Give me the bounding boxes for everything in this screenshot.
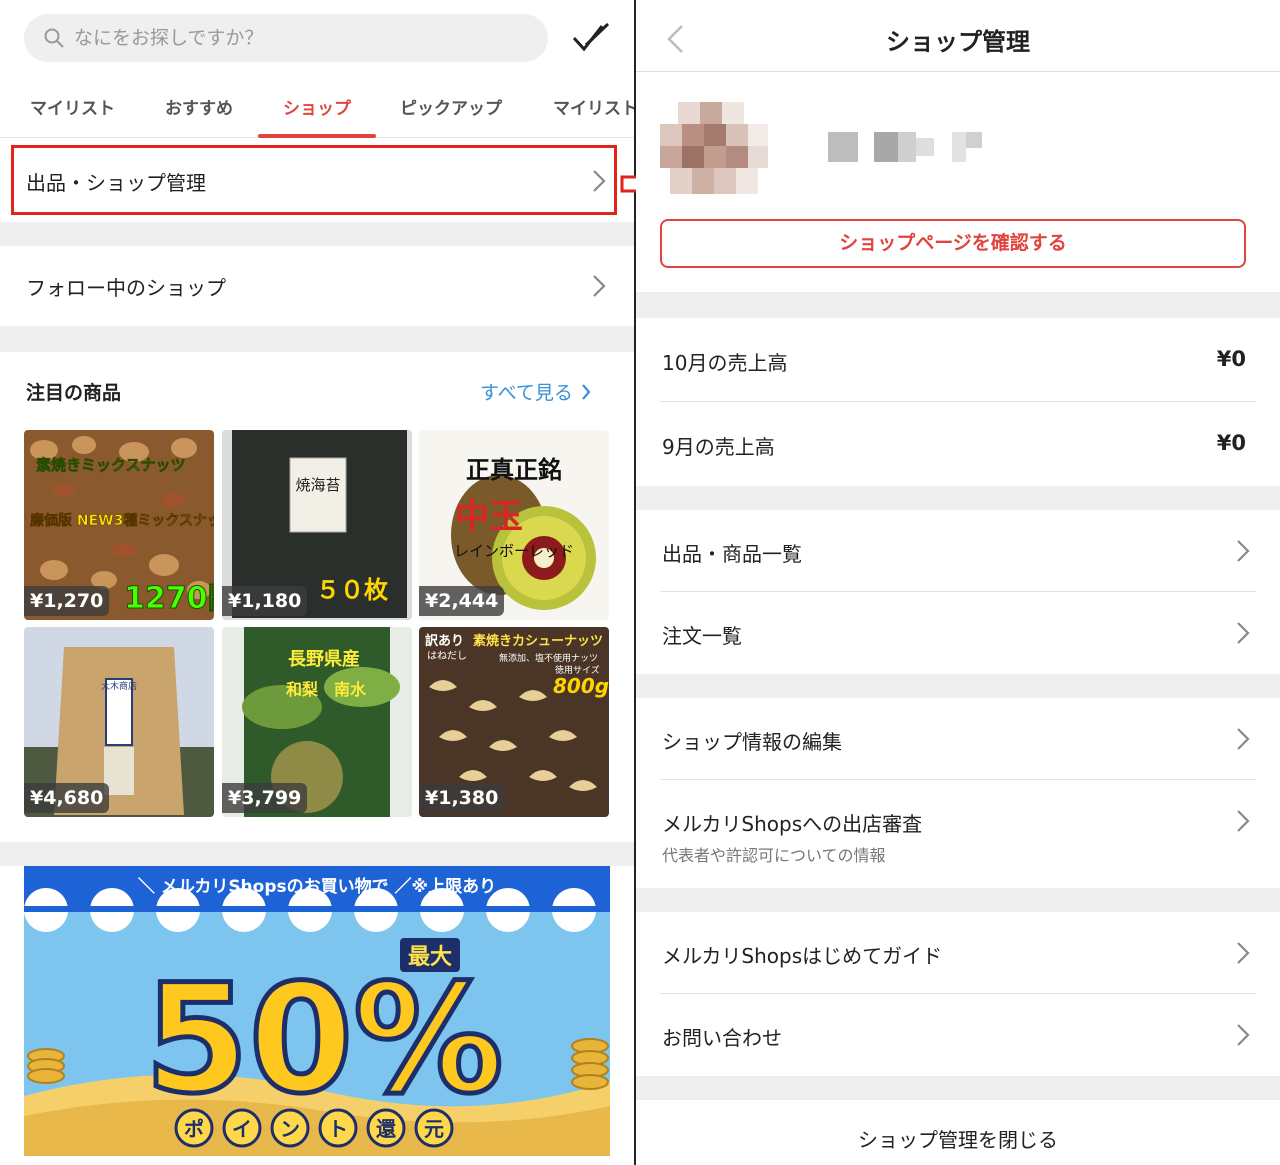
price-tag: ¥3,799 bbox=[222, 783, 308, 813]
item-big-label: 中玉 bbox=[455, 497, 523, 537]
listings-row[interactable]: 出品・商品一覧 bbox=[636, 510, 1280, 592]
edit-shop-info-row[interactable]: ショップ情報の編集 bbox=[636, 698, 1280, 780]
chevron-right-icon bbox=[593, 275, 606, 297]
section-divider bbox=[636, 888, 1280, 912]
tab-pickup[interactable]: ピックアップ bbox=[400, 94, 502, 119]
search-input[interactable] bbox=[74, 27, 514, 49]
banner-char: イ bbox=[232, 1117, 252, 1141]
header: ショップ管理 bbox=[636, 0, 1280, 72]
tab-mylist-2[interactable]: マイリスト bbox=[553, 94, 634, 119]
section-divider bbox=[636, 292, 1280, 318]
shop-management-screen: ショップ管理 ショップページを確認する 10月の売上高 ¥0 9月の売上高 ¥0… bbox=[636, 0, 1280, 1165]
item-subtext: 廉価版 NEW3種ミックスナッツ bbox=[30, 512, 214, 529]
sales-value: ¥0 bbox=[1216, 347, 1246, 371]
checklist-icon[interactable] bbox=[572, 22, 610, 54]
sales-value: ¥0 bbox=[1216, 431, 1246, 455]
tab-shops[interactable]: ショップ bbox=[283, 94, 351, 119]
item-title: 正真正銘 bbox=[466, 456, 562, 484]
avatar bbox=[660, 102, 768, 194]
view-shop-page-button[interactable]: ショップページを確認する bbox=[660, 219, 1246, 268]
price-tag: ¥1,380 bbox=[419, 783, 505, 813]
see-all-label: すべて見る bbox=[480, 382, 573, 404]
beginner-guide-label: メルカリShopsはじめてガイド bbox=[662, 944, 943, 968]
contact-row[interactable]: お問い合わせ bbox=[636, 994, 1280, 1076]
chevron-right-icon bbox=[582, 383, 591, 400]
beginner-guide-row[interactable]: メルカリShopsはじめてガイド bbox=[636, 912, 1280, 994]
category-tabs: マイリスト おすすめ ショップ ピックアップ マイリスト bbox=[0, 80, 634, 138]
item-label: 焼海苔 bbox=[295, 476, 340, 494]
item-caption: 1270円 bbox=[124, 581, 214, 616]
price-tag: ¥2,444 bbox=[419, 586, 505, 616]
shop-review-label: メルカリShopsへの出店審査 bbox=[662, 812, 923, 836]
contact-label: お問い合わせ bbox=[662, 1026, 782, 1050]
chevron-right-icon bbox=[1237, 942, 1250, 964]
section-divider bbox=[636, 674, 1280, 698]
sales-row-september: 9月の売上高 ¥0 bbox=[636, 402, 1280, 486]
edit-shop-info-label: ショップ情報の編集 bbox=[662, 730, 842, 754]
shop-review-row[interactable]: メルカリShopsへの出店審査 代表者や許認可についての情報 bbox=[636, 780, 1280, 888]
orders-row[interactable]: 注文一覧 bbox=[636, 592, 1280, 674]
tab-mylist[interactable]: マイリスト bbox=[30, 94, 115, 119]
listings-label: 出品・商品一覧 bbox=[662, 542, 802, 566]
banner-image: ＼ メルカリShopsのお買い物で ／※上限あり 最大 50% ポ イ ン ト … bbox=[24, 866, 610, 1156]
shop-review-sublabel: 代表者や許認可についての情報 bbox=[662, 846, 886, 865]
highlight-frame bbox=[11, 145, 617, 215]
section-divider bbox=[0, 326, 634, 352]
banner-top-text: ＼ メルカリShopsのお買い物で ／※上限あり bbox=[138, 876, 496, 897]
item-tag: 訳あり bbox=[425, 633, 464, 649]
item-note: 無添加、塩不使用ナッツ bbox=[499, 652, 598, 664]
orders-label: 注文一覧 bbox=[662, 624, 742, 648]
item-subtitle: 和梨 南水 bbox=[286, 680, 367, 699]
product-item-kiwi[interactable]: 正真正銘 中玉 レインボーレッド ¥2,444 bbox=[419, 430, 609, 620]
banner-char: ト bbox=[328, 1117, 348, 1141]
item-caption: ５０枚 bbox=[316, 576, 388, 604]
section-divider bbox=[636, 1076, 1280, 1100]
price-tag: ¥4,680 bbox=[24, 783, 110, 813]
product-item-pear[interactable]: 長野県産 和梨 南水 ¥3,799 bbox=[222, 627, 412, 817]
search-bar[interactable] bbox=[24, 14, 548, 62]
section-divider bbox=[636, 486, 1280, 510]
shop-name-redacted bbox=[828, 132, 982, 162]
followed-shops-label: フォロー中のショップ bbox=[26, 275, 226, 300]
active-tab-indicator bbox=[258, 134, 376, 138]
tab-recommended[interactable]: おすすめ bbox=[165, 94, 233, 119]
price-tag: ¥1,180 bbox=[222, 586, 308, 616]
page-title: ショップ管理 bbox=[886, 28, 1030, 56]
chevron-right-icon bbox=[1237, 728, 1250, 750]
item-title: 長野県産 bbox=[288, 648, 360, 670]
product-item-nuts[interactable]: 素焼きミックスナッツ 廉価版 NEW3種ミックスナッツ 1270円 ¥1,270 bbox=[24, 430, 214, 620]
promo-banner[interactable]: ＼ メルカリShopsのお買い物で ／※上限あり 最大 50% ポ イ ン ト … bbox=[24, 866, 610, 1156]
see-all-link[interactable]: すべて見る bbox=[480, 378, 591, 405]
item-weight: 800g bbox=[553, 674, 609, 698]
product-item-rice[interactable]: 大木商店 ¥4,680 bbox=[24, 627, 214, 817]
banner-char: 元 bbox=[424, 1117, 444, 1141]
chevron-right-icon bbox=[1237, 622, 1250, 644]
chevron-right-icon bbox=[1237, 810, 1250, 832]
close-shop-management-link[interactable]: ショップ管理を閉じる bbox=[636, 1124, 1280, 1153]
item-subtitle: レインボーレッド bbox=[454, 542, 574, 560]
product-item-nori[interactable]: 焼海苔 ５０枚 ¥1,180 bbox=[222, 430, 412, 620]
section-divider bbox=[0, 222, 634, 246]
item-label: 大木商店 bbox=[101, 680, 137, 692]
chevron-right-icon bbox=[1237, 1024, 1250, 1046]
featured-title: 注目の商品 bbox=[26, 382, 122, 404]
banner-char: ン bbox=[280, 1117, 300, 1141]
chevron-right-icon bbox=[1237, 540, 1250, 562]
banner-char: ポ bbox=[184, 1117, 204, 1141]
section-divider bbox=[0, 842, 634, 866]
item-title: 素焼きカシューナッツ bbox=[473, 633, 603, 649]
search-icon bbox=[44, 28, 64, 48]
sales-label: 9月の売上高 bbox=[662, 435, 775, 459]
item-banner-text: 素焼きミックスナッツ bbox=[36, 456, 186, 474]
item-tag2: はねだし bbox=[427, 650, 467, 662]
sales-label: 10月の売上高 bbox=[662, 351, 788, 375]
followed-shops-row[interactable]: フォロー中のショップ bbox=[0, 246, 634, 326]
sales-row-october: 10月の売上高 ¥0 bbox=[636, 318, 1280, 402]
banner-char: 還 bbox=[376, 1117, 397, 1141]
home-shop-tab-screen: マイリスト おすすめ ショップ ピックアップ マイリスト 出品・ショップ管理 フ… bbox=[0, 0, 636, 1165]
banner-percent: 50% bbox=[144, 953, 503, 1127]
price-tag: ¥1,270 bbox=[24, 586, 110, 616]
product-item-cashews[interactable]: 訳あり はねだし 素焼きカシューナッツ 無添加、塩不使用ナッツ 徳用サイズ 80… bbox=[419, 627, 609, 817]
